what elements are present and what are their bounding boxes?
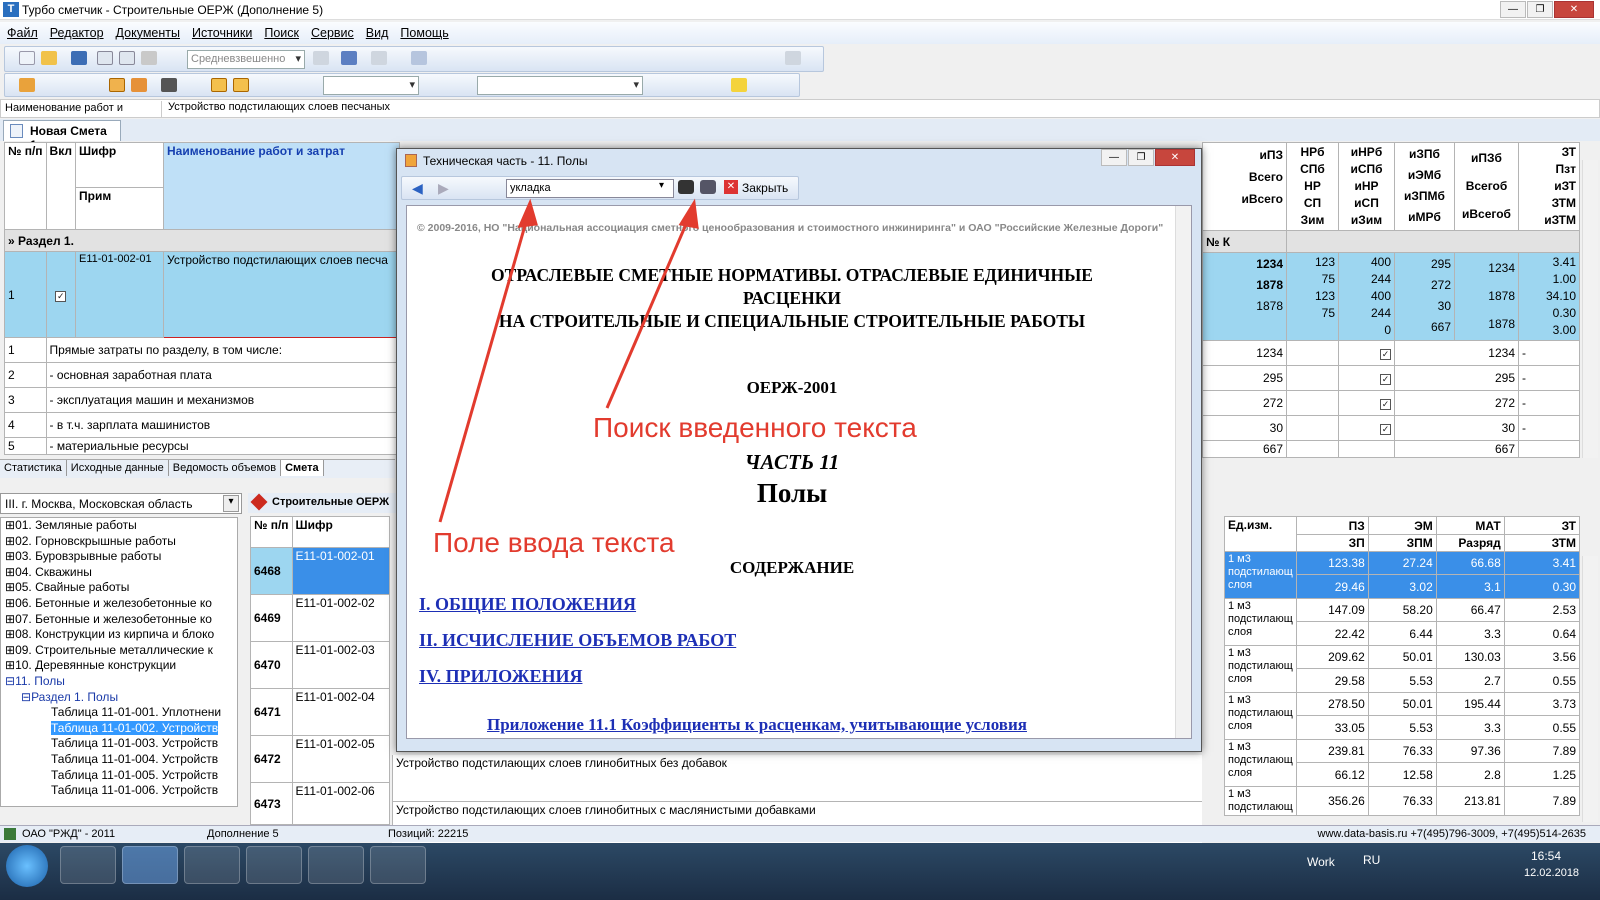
taskbar-word-icon[interactable] <box>370 846 426 884</box>
annotation-search: Поиск введенного текста <box>593 412 917 443</box>
taskbar-archicad-icon[interactable] <box>246 846 302 884</box>
status-positions: Позиций: 22215 <box>388 828 469 840</box>
status-bar: ОАО "РЖД" - 2011 Дополнение 5 Позиций: 2… <box>0 825 1600 842</box>
taskbar-explorer-icon[interactable] <box>60 846 116 884</box>
arrow-head-search <box>678 198 699 229</box>
annotation-field: Поле ввода текста <box>433 527 675 558</box>
arrow-to-search <box>605 214 692 409</box>
taskbar-turbo-icon[interactable] <box>122 846 178 884</box>
taskbar-work[interactable]: Work <box>1307 855 1335 869</box>
status-contacts: www.data-basis.ru +7(495)796-3009, +7(49… <box>1317 828 1586 840</box>
annotation-arrows <box>438 198 699 523</box>
arrow-to-field <box>438 214 530 523</box>
taskbar-chrome-icon[interactable] <box>308 846 364 884</box>
app-status-icon <box>4 828 16 840</box>
status-org: ОАО "РЖД" - 2011 <box>22 828 116 840</box>
status-addition: Дополнение 5 <box>207 828 279 840</box>
start-button-icon[interactable] <box>6 845 48 887</box>
taskbar-lang[interactable]: RU <box>1363 853 1380 867</box>
taskbar-date: 12.02.2018 <box>1524 867 1580 879</box>
taskbar-app-icon[interactable] <box>184 846 240 884</box>
taskbar-time: 16:54 <box>1531 849 1562 863</box>
taskbar: Work RU 16:54 12.02.2018 <box>0 843 1600 900</box>
arrow-head-field <box>517 198 538 228</box>
